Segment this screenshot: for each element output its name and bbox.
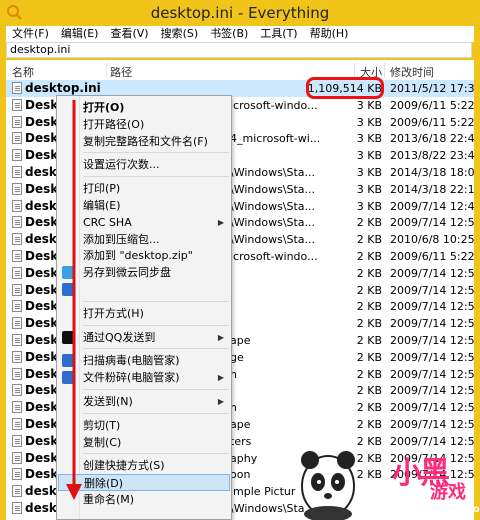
watermark-url: www.xiaoheir.com: [388, 504, 480, 515]
watermark-text-2: 游戏: [430, 482, 466, 503]
app-window: desktop.ini - Everything 文件(F) 编辑(E) 查看(V)…: [0, 0, 480, 520]
